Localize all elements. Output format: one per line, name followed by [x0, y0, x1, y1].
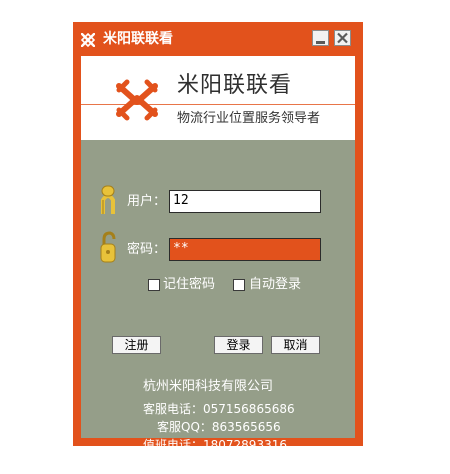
company-name: 杭州米阳科技有限公司 [143, 379, 274, 394]
login-window: 米阳联联看 米阳联联看 物流行业位置服务领导者 用户： 12 密码： ** 记住… [73, 22, 363, 452]
duty-phone: 值班电话：18072893316 [143, 438, 287, 452]
brand-logo-icon [80, 32, 96, 48]
brand-slogan: 物流行业位置服务领导者 [177, 111, 321, 126]
password-input[interactable]: ** [169, 238, 321, 261]
window-title: 米阳联联看 [103, 31, 173, 47]
user-label: 用户： [127, 194, 167, 209]
brand-name: 米阳联联看 [177, 73, 293, 98]
lock-icon [99, 230, 117, 268]
close-icon [337, 32, 348, 44]
auto-login-checkbox[interactable] [233, 279, 245, 291]
password-label: 密码： [127, 242, 167, 257]
close-button[interactable] [334, 30, 351, 46]
remember-password-checkbox[interactable] [148, 279, 160, 291]
brand-logo-icon [113, 78, 161, 126]
service-phone: 客服电话：057156865686 [143, 402, 295, 416]
login-button[interactable]: 登录 [214, 336, 263, 354]
user-icon [99, 182, 117, 220]
username-input[interactable]: 12 [169, 190, 321, 213]
brand-banner: 米阳联联看 物流行业位置服务领导者 [81, 56, 355, 140]
service-qq: 客服QQ：863565656 [157, 420, 281, 434]
minimize-icon [316, 41, 325, 44]
remember-password-label[interactable]: 记住密码 [163, 277, 215, 293]
cancel-button[interactable]: 取消 [271, 336, 320, 354]
register-button[interactable]: 注册 [112, 336, 161, 354]
auto-login-label[interactable]: 自动登录 [249, 277, 301, 293]
login-panel: 用户： 12 密码： ** 记住密码 自动登录 注册 登录 取消 杭州米阳科技有… [81, 140, 355, 452]
title-bar[interactable]: 米阳联联看 [73, 22, 363, 56]
minimize-button[interactable] [312, 30, 329, 46]
